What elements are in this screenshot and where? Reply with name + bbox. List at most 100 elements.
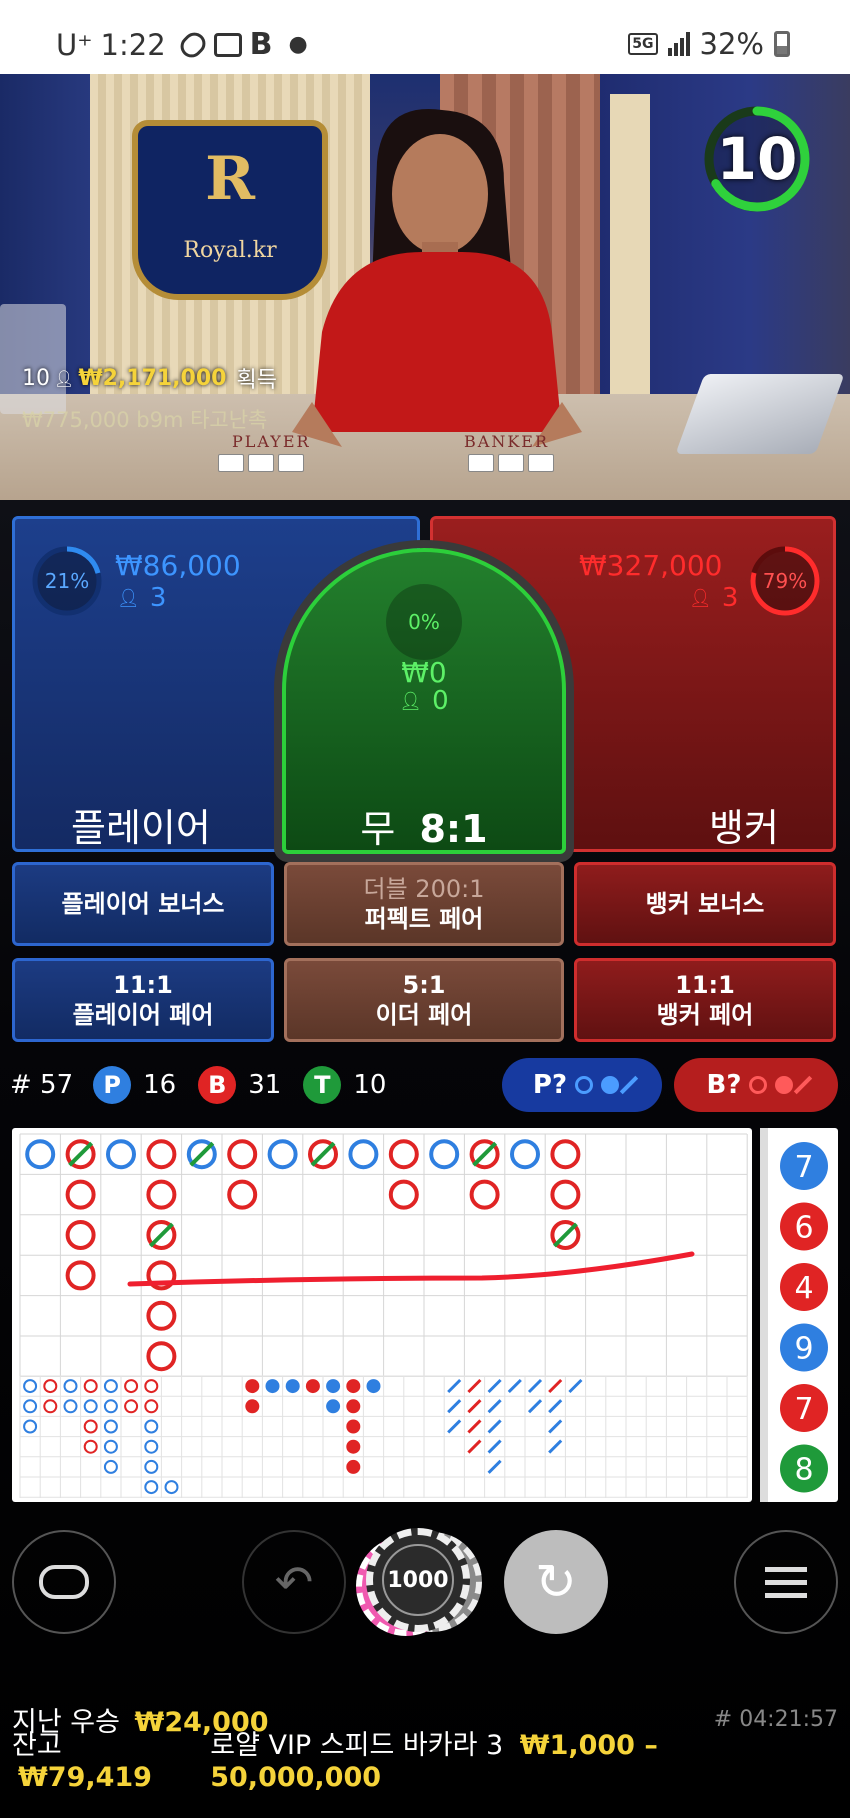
person-icon: 👤︎ xyxy=(54,368,75,388)
player-cards xyxy=(218,454,304,472)
table-player-label: PLAYER xyxy=(232,432,311,451)
ask-banker-button[interactable]: B? xyxy=(674,1058,838,1112)
bead-label: 4 xyxy=(794,1271,813,1306)
tie-bettors: 👤︎ 0 xyxy=(399,686,449,716)
player-wins-count: 16 xyxy=(143,1070,177,1100)
big-eye-mark xyxy=(144,1459,159,1474)
player-pair-button[interactable]: 11:1 플레이어 페어 xyxy=(12,958,274,1042)
big-eye-mark xyxy=(144,1439,159,1454)
scoreboard-roads[interactable] xyxy=(12,1128,752,1502)
undo-icon: ↶ xyxy=(274,1555,314,1609)
b-app-icon: B xyxy=(249,27,273,62)
selected-chip[interactable]: 1000 xyxy=(366,1528,470,1632)
wallet-icon xyxy=(213,32,242,57)
tie-slash xyxy=(189,1141,215,1167)
tie-bet-spot[interactable]: 0% ₩0 👤︎ 0 무 8:1 xyxy=(282,548,566,854)
cockroach-mark xyxy=(467,1378,482,1394)
card xyxy=(248,454,274,472)
big-road-mark xyxy=(227,1179,258,1210)
battery-label: 32% xyxy=(699,27,764,61)
balance-amount: ₩79,419 xyxy=(18,1762,152,1793)
big-road-mark xyxy=(65,1260,96,1291)
player-bonus-button[interactable]: 플레이어 보너스 xyxy=(12,862,274,946)
banker-label: 뱅커 xyxy=(709,806,779,850)
hollow-circle-icon xyxy=(749,1076,768,1094)
big-eye-mark xyxy=(144,1480,159,1495)
banker-wins-count: 31 xyxy=(248,1070,282,1100)
big-road-mark xyxy=(146,1341,177,1372)
small-road-mark xyxy=(326,1379,341,1394)
big-road-mark xyxy=(146,1179,177,1210)
chip-selector[interactable]: 1000 xyxy=(356,1528,488,1636)
cockroach-mark xyxy=(447,1399,462,1414)
big-road-mark xyxy=(65,1220,96,1250)
perfect-pair-button[interactable]: 더블 200:1 퍼펙트 페어 xyxy=(284,862,564,946)
cockroach-mark xyxy=(487,1399,502,1414)
player-label: 플레이어 xyxy=(71,806,211,850)
cockroach-mark xyxy=(548,1399,563,1414)
cockroach-mark xyxy=(487,1378,502,1394)
big-road-mark xyxy=(25,1139,56,1170)
banker-cards xyxy=(468,454,554,472)
either-pair-odds: 5:1 xyxy=(402,971,446,999)
cockroach-mark xyxy=(527,1378,543,1394)
player-percent: 21% xyxy=(44,569,90,593)
tie-wins-badge: T xyxy=(303,1066,342,1104)
carrier-label: U⁺ xyxy=(56,27,93,62)
cockroach-mark xyxy=(487,1419,502,1434)
cockroach-mark xyxy=(487,1439,502,1454)
winners-suffix: 획득 xyxy=(236,368,277,393)
cockroach-mark xyxy=(568,1378,583,1394)
clock: 1:22 xyxy=(100,27,166,62)
winners-amount: ₩2,171,000 xyxy=(78,365,227,391)
big-eye-mark xyxy=(103,1439,118,1454)
big-eye-mark xyxy=(23,1399,38,1414)
lobby-button[interactable] xyxy=(12,1530,116,1634)
big-road-mark xyxy=(388,1179,419,1210)
card xyxy=(528,454,554,472)
big-eye-mark xyxy=(63,1379,78,1394)
menu-button[interactable] xyxy=(734,1530,838,1634)
player-wins-badge: P xyxy=(93,1066,132,1104)
small-road-mark xyxy=(265,1379,280,1394)
tie-wins-count: 10 xyxy=(353,1070,387,1100)
menu-icon xyxy=(765,1566,807,1598)
card xyxy=(278,454,304,472)
big-eye-mark xyxy=(144,1379,159,1394)
banker-bonus-button[interactable]: 뱅커 보너스 xyxy=(574,862,836,946)
tie-slash xyxy=(472,1141,498,1167)
undo-button[interactable]: ↶ xyxy=(242,1530,346,1634)
hollow-circle-icon xyxy=(575,1076,594,1094)
ask-player-button[interactable]: P? xyxy=(502,1058,662,1112)
player-pair-odds: 11:1 xyxy=(113,971,173,999)
banker-pair-button[interactable]: 11:1 뱅커 페어 xyxy=(574,958,836,1042)
table-info: 로얄 VIP 스피드 바카라 3 ₩1,000 – 50,000,000 xyxy=(210,1723,838,1793)
tie-slash xyxy=(148,1222,174,1248)
big-road-mark xyxy=(267,1139,298,1170)
solid-dot-icon xyxy=(601,1076,620,1094)
either-pair-button[interactable]: 5:1 이더 페어 xyxy=(284,958,564,1042)
repeat-icon: ↻ xyxy=(535,1553,577,1611)
big-road-mark xyxy=(65,1179,96,1210)
discard-tray xyxy=(0,304,66,414)
big-eye-mark xyxy=(103,1399,118,1414)
card xyxy=(468,454,494,472)
repeat-button[interactable]: ↻ xyxy=(504,1530,608,1634)
cockroach-mark xyxy=(527,1399,543,1414)
big-road-mark xyxy=(227,1139,258,1170)
slash-icon xyxy=(794,1075,813,1095)
live-video: R Royal.kr PLAYER BANKER 10 10 👤︎ ₩2,171… xyxy=(0,74,850,514)
status-bar: U⁺ 1:22 B ● 5G 32% xyxy=(0,0,850,74)
big-eye-mark xyxy=(83,1379,98,1394)
lobby-icon xyxy=(39,1565,89,1599)
bead-label: 9 xyxy=(794,1332,813,1367)
card-shoe xyxy=(675,374,845,454)
big-eye-mark xyxy=(23,1379,38,1394)
tie-percent: 0% xyxy=(386,584,462,660)
banker-wins-badge: B xyxy=(198,1066,237,1104)
footer: 지난 우승 ₩24,000 # 04:21:57 잔고 ₩79,419 로얄 V… xyxy=(12,1700,838,1794)
big-eye-mark xyxy=(144,1399,159,1414)
chip-value: 1000 xyxy=(382,1544,454,1616)
big-eye-mark xyxy=(124,1379,139,1394)
bead-road[interactable]: 7 6 4 9 7 8 xyxy=(760,1128,838,1502)
